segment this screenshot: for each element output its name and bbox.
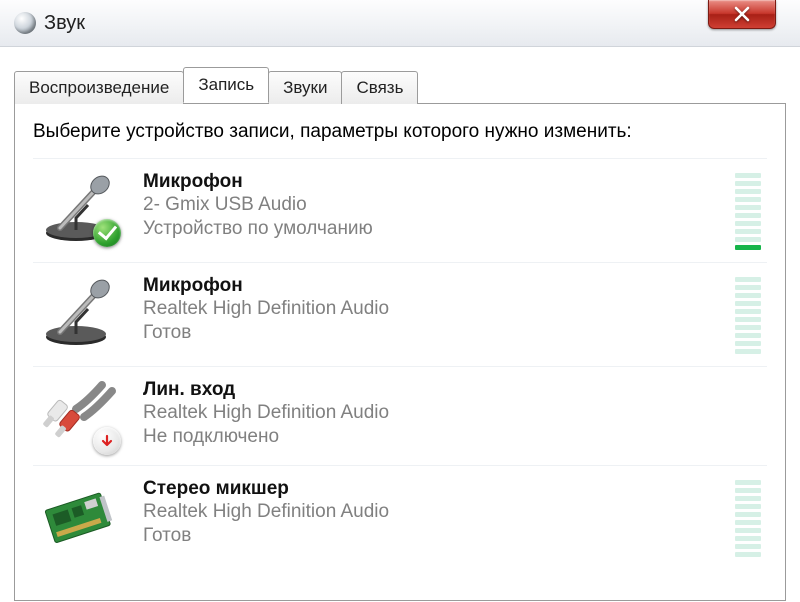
level-meter <box>735 478 761 557</box>
tab-recording[interactable]: Запись <box>183 67 269 103</box>
level-meter <box>735 171 761 250</box>
device-text: Лин. вход Realtek High Definition Audio … <box>143 379 723 449</box>
device-text: Микрофон 2- Gmix USB Audio Устройство по… <box>143 171 723 241</box>
device-row[interactable]: Лин. вход Realtek High Definition Audio … <box>33 367 767 466</box>
tab-playback[interactable]: Воспроизведение <box>14 71 184 104</box>
tab-communications[interactable]: Связь <box>341 71 418 104</box>
device-status: Устройство по умолчанию <box>143 217 723 241</box>
device-row[interactable]: Микрофон Realtek High Definition Audio Г… <box>33 263 767 367</box>
level-meter <box>735 379 761 381</box>
app-icon <box>14 12 36 34</box>
device-icon-microphone <box>35 275 125 349</box>
unplugged-badge-icon <box>93 427 121 455</box>
titlebar: Звук <box>0 0 800 47</box>
instruction-text: Выберите устройство записи, параметры ко… <box>33 120 767 144</box>
window-title: Звук <box>44 12 85 35</box>
device-subtitle: Realtek High Definition Audio <box>143 401 723 425</box>
device-text: Стерео микшер Realtek High Definition Au… <box>143 478 723 548</box>
default-device-badge-icon <box>93 219 121 247</box>
device-subtitle: Realtek High Definition Audio <box>143 297 723 321</box>
device-subtitle: 2- Gmix USB Audio <box>143 193 723 217</box>
device-name: Лин. вход <box>143 379 723 401</box>
device-icon-microphone <box>35 171 125 245</box>
device-name: Микрофон <box>143 171 723 193</box>
device-subtitle: Realtek High Definition Audio <box>143 500 723 524</box>
tabstrip: Воспроизведение Запись Звуки Связь <box>14 67 786 103</box>
level-meter <box>735 275 761 354</box>
device-row[interactable]: Стерео микшер Realtek High Definition Au… <box>33 466 767 569</box>
close-button[interactable] <box>708 0 776 29</box>
device-status: Готов <box>143 321 723 345</box>
tab-panel-recording: Выберите устройство записи, параметры ко… <box>14 103 786 601</box>
device-icon-line-in <box>35 379 125 453</box>
device-name: Микрофон <box>143 275 723 297</box>
close-icon <box>733 5 751 23</box>
device-name: Стерео микшер <box>143 478 723 500</box>
device-status: Не подключено <box>143 425 723 449</box>
device-list: Микрофон 2- Gmix USB Audio Устройство по… <box>33 158 767 569</box>
device-status: Готов <box>143 524 723 548</box>
device-row[interactable]: Микрофон 2- Gmix USB Audio Устройство по… <box>33 159 767 263</box>
dialog-body: Воспроизведение Запись Звуки Связь Выбер… <box>0 47 800 601</box>
tab-sounds[interactable]: Звуки <box>268 71 342 104</box>
device-icon-sound-card <box>35 478 125 552</box>
device-text: Микрофон Realtek High Definition Audio Г… <box>143 275 723 345</box>
